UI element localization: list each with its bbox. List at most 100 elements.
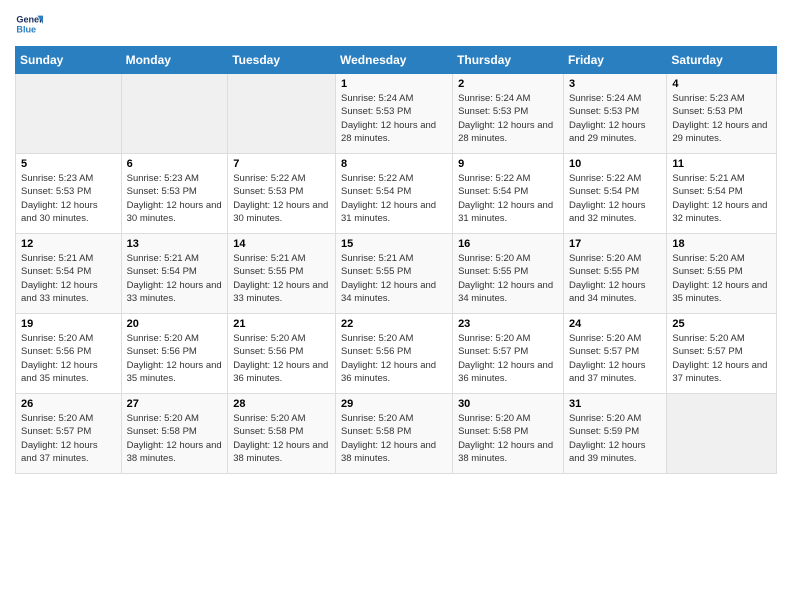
day-info: Sunrise: 5:20 AMSunset: 5:58 PMDaylight:… <box>458 412 558 465</box>
day-number: 4 <box>672 78 771 90</box>
day-number: 27 <box>127 398 223 410</box>
day-number: 8 <box>341 158 447 170</box>
calendar-header-row: SundayMondayTuesdayWednesdayThursdayFrid… <box>16 47 777 74</box>
day-info: Sunrise: 5:22 AMSunset: 5:53 PMDaylight:… <box>233 172 330 225</box>
day-number: 31 <box>569 398 661 410</box>
day-info: Sunrise: 5:22 AMSunset: 5:54 PMDaylight:… <box>569 172 661 225</box>
calendar-cell: 31 Sunrise: 5:20 AMSunset: 5:59 PMDayligh… <box>563 394 666 474</box>
day-number: 9 <box>458 158 558 170</box>
day-info: Sunrise: 5:20 AMSunset: 5:57 PMDaylight:… <box>21 412 116 465</box>
calendar-cell: 2 Sunrise: 5:24 AMSunset: 5:53 PMDaylight… <box>453 74 564 154</box>
day-info: Sunrise: 5:20 AMSunset: 5:58 PMDaylight:… <box>127 412 223 465</box>
day-number: 28 <box>233 398 330 410</box>
day-number: 18 <box>672 238 771 250</box>
calendar-cell <box>667 394 777 474</box>
calendar-cell: 11Sunrise: 5:21 AMSunset: 5:54 PMDayligh… <box>667 154 777 234</box>
day-number: 26 <box>21 398 116 410</box>
day-info: Sunrise: 5:22 AMSunset: 5:54 PMDaylight:… <box>458 172 558 225</box>
day-info: Sunrise: 5:21 AMSunset: 5:55 PMDaylight:… <box>233 252 330 305</box>
calendar-cell: 25 Sunrise: 5:20 AMSunset: 5:57 PMDayligh… <box>667 314 777 394</box>
day-number: 1 <box>341 78 447 90</box>
logo: General Blue <box>15 10 43 38</box>
calendar-cell: 29 Sunrise: 5:20 AMSunset: 5:58 PMDayligh… <box>336 394 453 474</box>
day-number: 3 <box>569 78 661 90</box>
day-number: 2 <box>458 78 558 90</box>
calendar-cell: 9 Sunrise: 5:22 AMSunset: 5:54 PMDaylight… <box>453 154 564 234</box>
day-number: 20 <box>127 318 223 330</box>
day-info: Sunrise: 5:20 AMSunset: 5:57 PMDaylight:… <box>672 332 771 385</box>
day-info: Sunrise: 5:20 AMSunset: 5:56 PMDaylight:… <box>341 332 447 385</box>
calendar-cell: 15 Sunrise: 5:21 AMSunset: 5:55 PMDayligh… <box>336 234 453 314</box>
svg-text:Blue: Blue <box>16 24 36 34</box>
day-number: 6 <box>127 158 223 170</box>
calendar-cell: 30Sunrise: 5:20 AMSunset: 5:58 PMDayligh… <box>453 394 564 474</box>
day-number: 22 <box>341 318 447 330</box>
calendar-cell: 3 Sunrise: 5:24 AMSunset: 5:53 PMDaylight… <box>563 74 666 154</box>
day-number: 29 <box>341 398 447 410</box>
week-row-1: 1 Sunrise: 5:24 AMSunset: 5:53 PMDaylight… <box>16 74 777 154</box>
day-number: 5 <box>21 158 116 170</box>
week-row-2: 5 Sunrise: 5:23 AMSunset: 5:53 PMDaylight… <box>16 154 777 234</box>
header-day-tuesday: Tuesday <box>228 47 336 74</box>
calendar-cell <box>16 74 122 154</box>
header-day-thursday: Thursday <box>453 47 564 74</box>
day-info: Sunrise: 5:24 AMSunset: 5:53 PMDaylight:… <box>458 92 558 145</box>
day-info: Sunrise: 5:23 AMSunset: 5:53 PMDaylight:… <box>127 172 223 225</box>
day-info: Sunrise: 5:20 AMSunset: 5:58 PMDaylight:… <box>341 412 447 465</box>
calendar-cell: 22 Sunrise: 5:20 AMSunset: 5:56 PMDayligh… <box>336 314 453 394</box>
day-number: 15 <box>341 238 447 250</box>
day-number: 10 <box>569 158 661 170</box>
day-number: 14 <box>233 238 330 250</box>
day-number: 25 <box>672 318 771 330</box>
week-row-5: 26 Sunrise: 5:20 AMSunset: 5:57 PMDayligh… <box>16 394 777 474</box>
calendar-cell <box>121 74 228 154</box>
day-info: Sunrise: 5:21 AMSunset: 5:54 PMDaylight:… <box>127 252 223 305</box>
calendar-cell: 19Sunrise: 5:20 AMSunset: 5:56 PMDayligh… <box>16 314 122 394</box>
day-info: Sunrise: 5:20 AMSunset: 5:55 PMDaylight:… <box>672 252 771 305</box>
calendar-cell: 8Sunrise: 5:22 AMSunset: 5:54 PMDaylight… <box>336 154 453 234</box>
day-info: Sunrise: 5:24 AMSunset: 5:53 PMDaylight:… <box>569 92 661 145</box>
calendar-cell <box>228 74 336 154</box>
calendar-cell: 23Sunrise: 5:20 AMSunset: 5:57 PMDayligh… <box>453 314 564 394</box>
calendar-cell: 7 Sunrise: 5:22 AMSunset: 5:53 PMDaylight… <box>228 154 336 234</box>
calendar-cell: 16Sunrise: 5:20 AMSunset: 5:55 PMDayligh… <box>453 234 564 314</box>
day-info: Sunrise: 5:21 AMSunset: 5:55 PMDaylight:… <box>341 252 447 305</box>
calendar-cell: 17Sunrise: 5:20 AMSunset: 5:55 PMDayligh… <box>563 234 666 314</box>
header-day-monday: Monday <box>121 47 228 74</box>
general-blue-logo-icon: General Blue <box>15 10 43 38</box>
calendar-cell: 28 Sunrise: 5:20 AMSunset: 5:58 PMDayligh… <box>228 394 336 474</box>
day-number: 16 <box>458 238 558 250</box>
day-info: Sunrise: 5:20 AMSunset: 5:59 PMDaylight:… <box>569 412 661 465</box>
day-info: Sunrise: 5:20 AMSunset: 5:56 PMDaylight:… <box>127 332 223 385</box>
day-number: 17 <box>569 238 661 250</box>
day-info: Sunrise: 5:24 AMSunset: 5:53 PMDaylight:… <box>341 92 447 145</box>
calendar-cell: 18 Sunrise: 5:20 AMSunset: 5:55 PMDayligh… <box>667 234 777 314</box>
week-row-3: 12 Sunrise: 5:21 AMSunset: 5:54 PMDayligh… <box>16 234 777 314</box>
calendar-cell: 14 Sunrise: 5:21 AMSunset: 5:55 PMDayligh… <box>228 234 336 314</box>
calendar-cell: 27 Sunrise: 5:20 AMSunset: 5:58 PMDayligh… <box>121 394 228 474</box>
day-info: Sunrise: 5:20 AMSunset: 5:58 PMDaylight:… <box>233 412 330 465</box>
day-info: Sunrise: 5:23 AMSunset: 5:53 PMDaylight:… <box>672 92 771 145</box>
header-day-saturday: Saturday <box>667 47 777 74</box>
header-day-friday: Friday <box>563 47 666 74</box>
day-number: 24 <box>569 318 661 330</box>
day-info: Sunrise: 5:23 AMSunset: 5:53 PMDaylight:… <box>21 172 116 225</box>
calendar-cell: 26 Sunrise: 5:20 AMSunset: 5:57 PMDayligh… <box>16 394 122 474</box>
header-day-wednesday: Wednesday <box>336 47 453 74</box>
day-info: Sunrise: 5:20 AMSunset: 5:56 PMDaylight:… <box>21 332 116 385</box>
day-number: 12 <box>21 238 116 250</box>
calendar-cell: 1 Sunrise: 5:24 AMSunset: 5:53 PMDaylight… <box>336 74 453 154</box>
day-info: Sunrise: 5:21 AMSunset: 5:54 PMDaylight:… <box>21 252 116 305</box>
calendar-table: SundayMondayTuesdayWednesdayThursdayFrid… <box>15 46 777 474</box>
calendar-cell: 5 Sunrise: 5:23 AMSunset: 5:53 PMDaylight… <box>16 154 122 234</box>
day-number: 13 <box>127 238 223 250</box>
day-info: Sunrise: 5:21 AMSunset: 5:54 PMDaylight:… <box>672 172 771 225</box>
week-row-4: 19Sunrise: 5:20 AMSunset: 5:56 PMDayligh… <box>16 314 777 394</box>
day-number: 21 <box>233 318 330 330</box>
calendar-cell: 20 Sunrise: 5:20 AMSunset: 5:56 PMDayligh… <box>121 314 228 394</box>
calendar-cell: 12 Sunrise: 5:21 AMSunset: 5:54 PMDayligh… <box>16 234 122 314</box>
day-info: Sunrise: 5:20 AMSunset: 5:57 PMDaylight:… <box>458 332 558 385</box>
day-number: 7 <box>233 158 330 170</box>
day-info: Sunrise: 5:20 AMSunset: 5:56 PMDaylight:… <box>233 332 330 385</box>
header: General Blue <box>15 10 777 38</box>
